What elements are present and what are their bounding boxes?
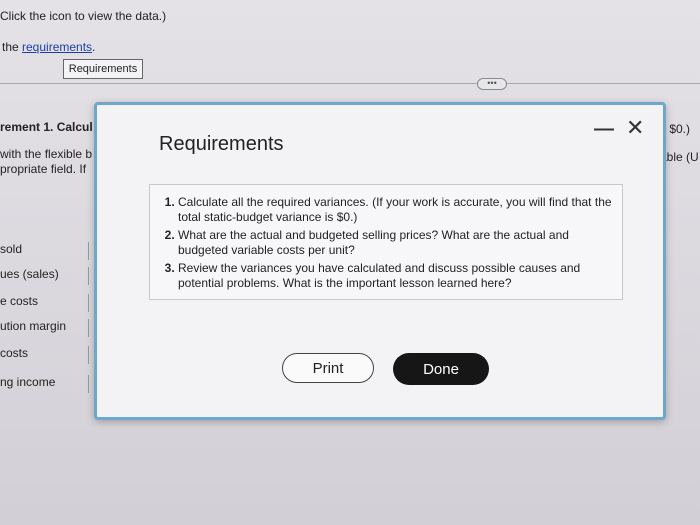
row-label: e costs [0, 294, 39, 308]
requirements-link[interactable]: requirements [22, 40, 92, 54]
requirements-line: the requirements. [2, 40, 95, 54]
requirement-item: Review the variances you have calculated… [178, 261, 612, 290]
requirements-suffix: . [92, 40, 96, 54]
row-label: ues (sales) [0, 267, 59, 281]
requirements-panel: Calculate all the required variances. (I… [149, 184, 623, 300]
divider [0, 83, 700, 84]
input-cell-edge[interactable] [88, 346, 89, 364]
done-button[interactable]: Done [393, 353, 489, 385]
flexible-budget-text: with the flexible b [0, 147, 93, 161]
requirements-prefix: the [2, 40, 23, 54]
input-cell-edge[interactable] [88, 242, 89, 260]
minimize-icon[interactable]: — [594, 119, 614, 139]
modal-title: Requirements [159, 133, 284, 155]
requirement-heading: rement 1. Calcul [0, 120, 93, 134]
requirements-list: Calculate all the required variances. (I… [150, 185, 622, 290]
requirement-item: What are the actual and budgeted selling… [178, 228, 612, 257]
requirements-button[interactable]: Requirements [63, 59, 143, 79]
row-label: ution margin [0, 319, 67, 333]
field-instruction-text: propriate field. If [0, 162, 87, 176]
row-label: sold [0, 242, 23, 256]
requirement-item: Calculate all the required variances. (I… [178, 195, 612, 224]
input-cell-edge[interactable] [88, 267, 89, 285]
input-cell-edge[interactable] [88, 319, 89, 337]
more-icon[interactable]: ••• [477, 78, 507, 90]
input-cell-edge[interactable] [88, 375, 89, 393]
print-button[interactable]: Print [282, 353, 374, 383]
requirements-modal: Requirements — ✕ Calculate all the requi… [94, 102, 666, 420]
close-icon[interactable]: ✕ [626, 117, 644, 139]
input-cell-edge[interactable] [88, 294, 89, 312]
row-label: costs [0, 346, 29, 360]
instruction-text: Click the icon to view the data.) [0, 9, 167, 23]
row-label: ng income [0, 375, 56, 389]
